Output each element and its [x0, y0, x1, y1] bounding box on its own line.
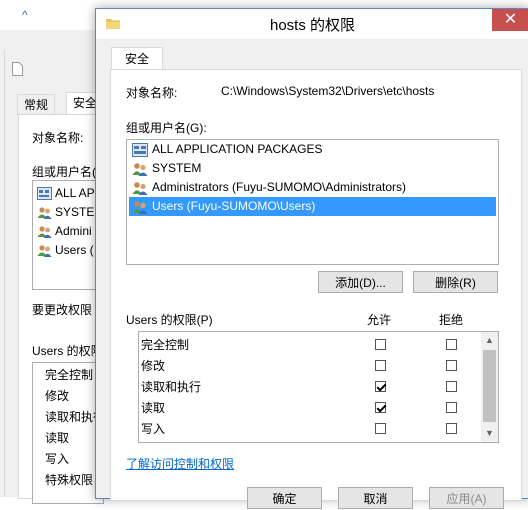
chevron-up-icon[interactable]: ^	[22, 8, 28, 22]
bg-user-label: ALL AP	[55, 186, 95, 200]
object-name-value: C:\Windows\System32\Drivers\etc\hosts	[221, 84, 435, 98]
user-name: ALL APPLICATION PACKAGES	[152, 142, 323, 156]
bg-perm-item: 读取	[45, 431, 70, 445]
learn-access-control-link[interactable]: 了解访问控制和权限	[126, 455, 234, 472]
users-group-icon	[132, 200, 148, 214]
list-item-selected[interactable]: Users (Fuyu-SUMOMO\Users)	[129, 197, 496, 216]
users-group-icon	[132, 181, 148, 195]
bg-perm-item: 完全控制	[45, 368, 94, 382]
permission-name: 完全控制	[141, 338, 190, 352]
dialog-titlebar[interactable]: hosts 的权限 ✕	[96, 9, 528, 39]
bg-change-perm-label: 要更改权限	[32, 303, 93, 317]
file-icon	[12, 62, 23, 76]
list-item[interactable]: ALL APPLICATION PACKAGES	[129, 140, 496, 159]
list-item[interactable]: Users (	[37, 241, 94, 259]
bg-perm-label: Users 的权限	[32, 344, 103, 358]
list-item[interactable]: ALL AP	[37, 184, 95, 202]
permissions-header: Users 的权限(P)	[126, 313, 213, 327]
users-group-icon	[132, 162, 148, 176]
permissions-list: 完全控制 修改 读取和执行 读取 写入 ▲ ▼	[138, 331, 499, 443]
object-name-label: 对象名称:	[126, 86, 178, 100]
tab-security[interactable]: 安全	[111, 47, 163, 70]
permission-name: 写入	[141, 422, 166, 436]
deny-checkbox[interactable]	[446, 402, 457, 413]
user-name: Users (Fuyu-SUMOMO\Users)	[152, 199, 316, 213]
allow-header: 允许	[367, 313, 392, 327]
user-list[interactable]: ALL APPLICATION PACKAGES SYSTEM Administ…	[126, 139, 499, 265]
deny-checkbox[interactable]	[446, 360, 457, 371]
user-name: Administrators (Fuyu-SUMOMO\Administrato…	[152, 180, 407, 194]
list-item[interactable]: SYSTEM	[129, 159, 496, 178]
bg-user-list[interactable]: ALL AP SYSTEM Admini Users (	[32, 180, 104, 290]
apply-button[interactable]: 应用(A)	[429, 487, 504, 509]
package-group-icon	[132, 142, 148, 157]
allow-checkbox[interactable]	[375, 339, 386, 350]
ok-button[interactable]: 确定	[247, 487, 322, 509]
learn-link-text[interactable]: 了解访问控制和权限	[126, 457, 234, 471]
chevron-down-icon[interactable]: ▼	[481, 425, 498, 442]
table-row: 修改	[139, 356, 481, 377]
scrollbar[interactable]: ▲ ▼	[481, 332, 498, 442]
table-row: 写入	[139, 419, 481, 440]
user-name: SYSTEM	[152, 161, 202, 175]
bg-perm-item: 特殊权限	[45, 473, 94, 487]
allow-checkbox[interactable]	[375, 381, 386, 392]
add-button[interactable]: 添加(D)...	[318, 271, 403, 293]
remove-button[interactable]: 删除(R)	[413, 271, 498, 293]
users-group-icon	[37, 244, 52, 257]
bg-perm-item: 写入	[45, 452, 70, 466]
chevron-up-icon[interactable]: ▲	[481, 332, 498, 349]
list-item[interactable]: SYSTEM	[37, 203, 103, 221]
scrollbar-thumb[interactable]	[483, 350, 496, 422]
permission-name: 读取	[141, 401, 166, 415]
permission-name: 修改	[141, 359, 166, 373]
bg-perm-list: 完全控制 修改 读取和执行 读取 写入 特殊权限	[32, 362, 104, 504]
list-item[interactable]: Admini	[37, 222, 92, 240]
deny-header: 拒绝	[439, 313, 464, 327]
allow-checkbox[interactable]	[375, 402, 386, 413]
deny-checkbox[interactable]	[446, 339, 457, 350]
group-or-user-label: 组或用户名(G):	[126, 121, 207, 135]
users-group-icon	[37, 225, 52, 238]
list-item[interactable]: Administrators (Fuyu-SUMOMO\Administrato…	[129, 178, 496, 197]
permissions-dialog: hosts 的权限 ✕ 安全 对象名称: C:\Windows\System32…	[95, 8, 528, 509]
bg-tab-general[interactable]: 常规	[17, 94, 56, 115]
cancel-button[interactable]: 取消	[338, 487, 413, 509]
allow-checkbox[interactable]	[375, 360, 386, 371]
bg-user-label: Users (	[55, 243, 94, 257]
bg-object-name-label: 对象名称:	[32, 131, 84, 145]
deny-checkbox[interactable]	[446, 423, 457, 434]
table-row: 读取和执行	[139, 377, 481, 398]
users-group-icon	[37, 206, 52, 219]
bg-perm-item: 修改	[45, 389, 70, 403]
package-group-icon	[37, 186, 52, 200]
table-row: 读取	[139, 398, 481, 419]
allow-checkbox[interactable]	[375, 423, 386, 434]
dialog-title: hosts 的权限	[269, 17, 356, 34]
deny-checkbox[interactable]	[446, 381, 457, 392]
permission-name: 读取和执行	[141, 380, 202, 394]
close-button[interactable]: ✕	[492, 9, 528, 31]
bg-user-label: Admini	[55, 224, 92, 238]
table-row: 完全控制	[139, 335, 481, 356]
